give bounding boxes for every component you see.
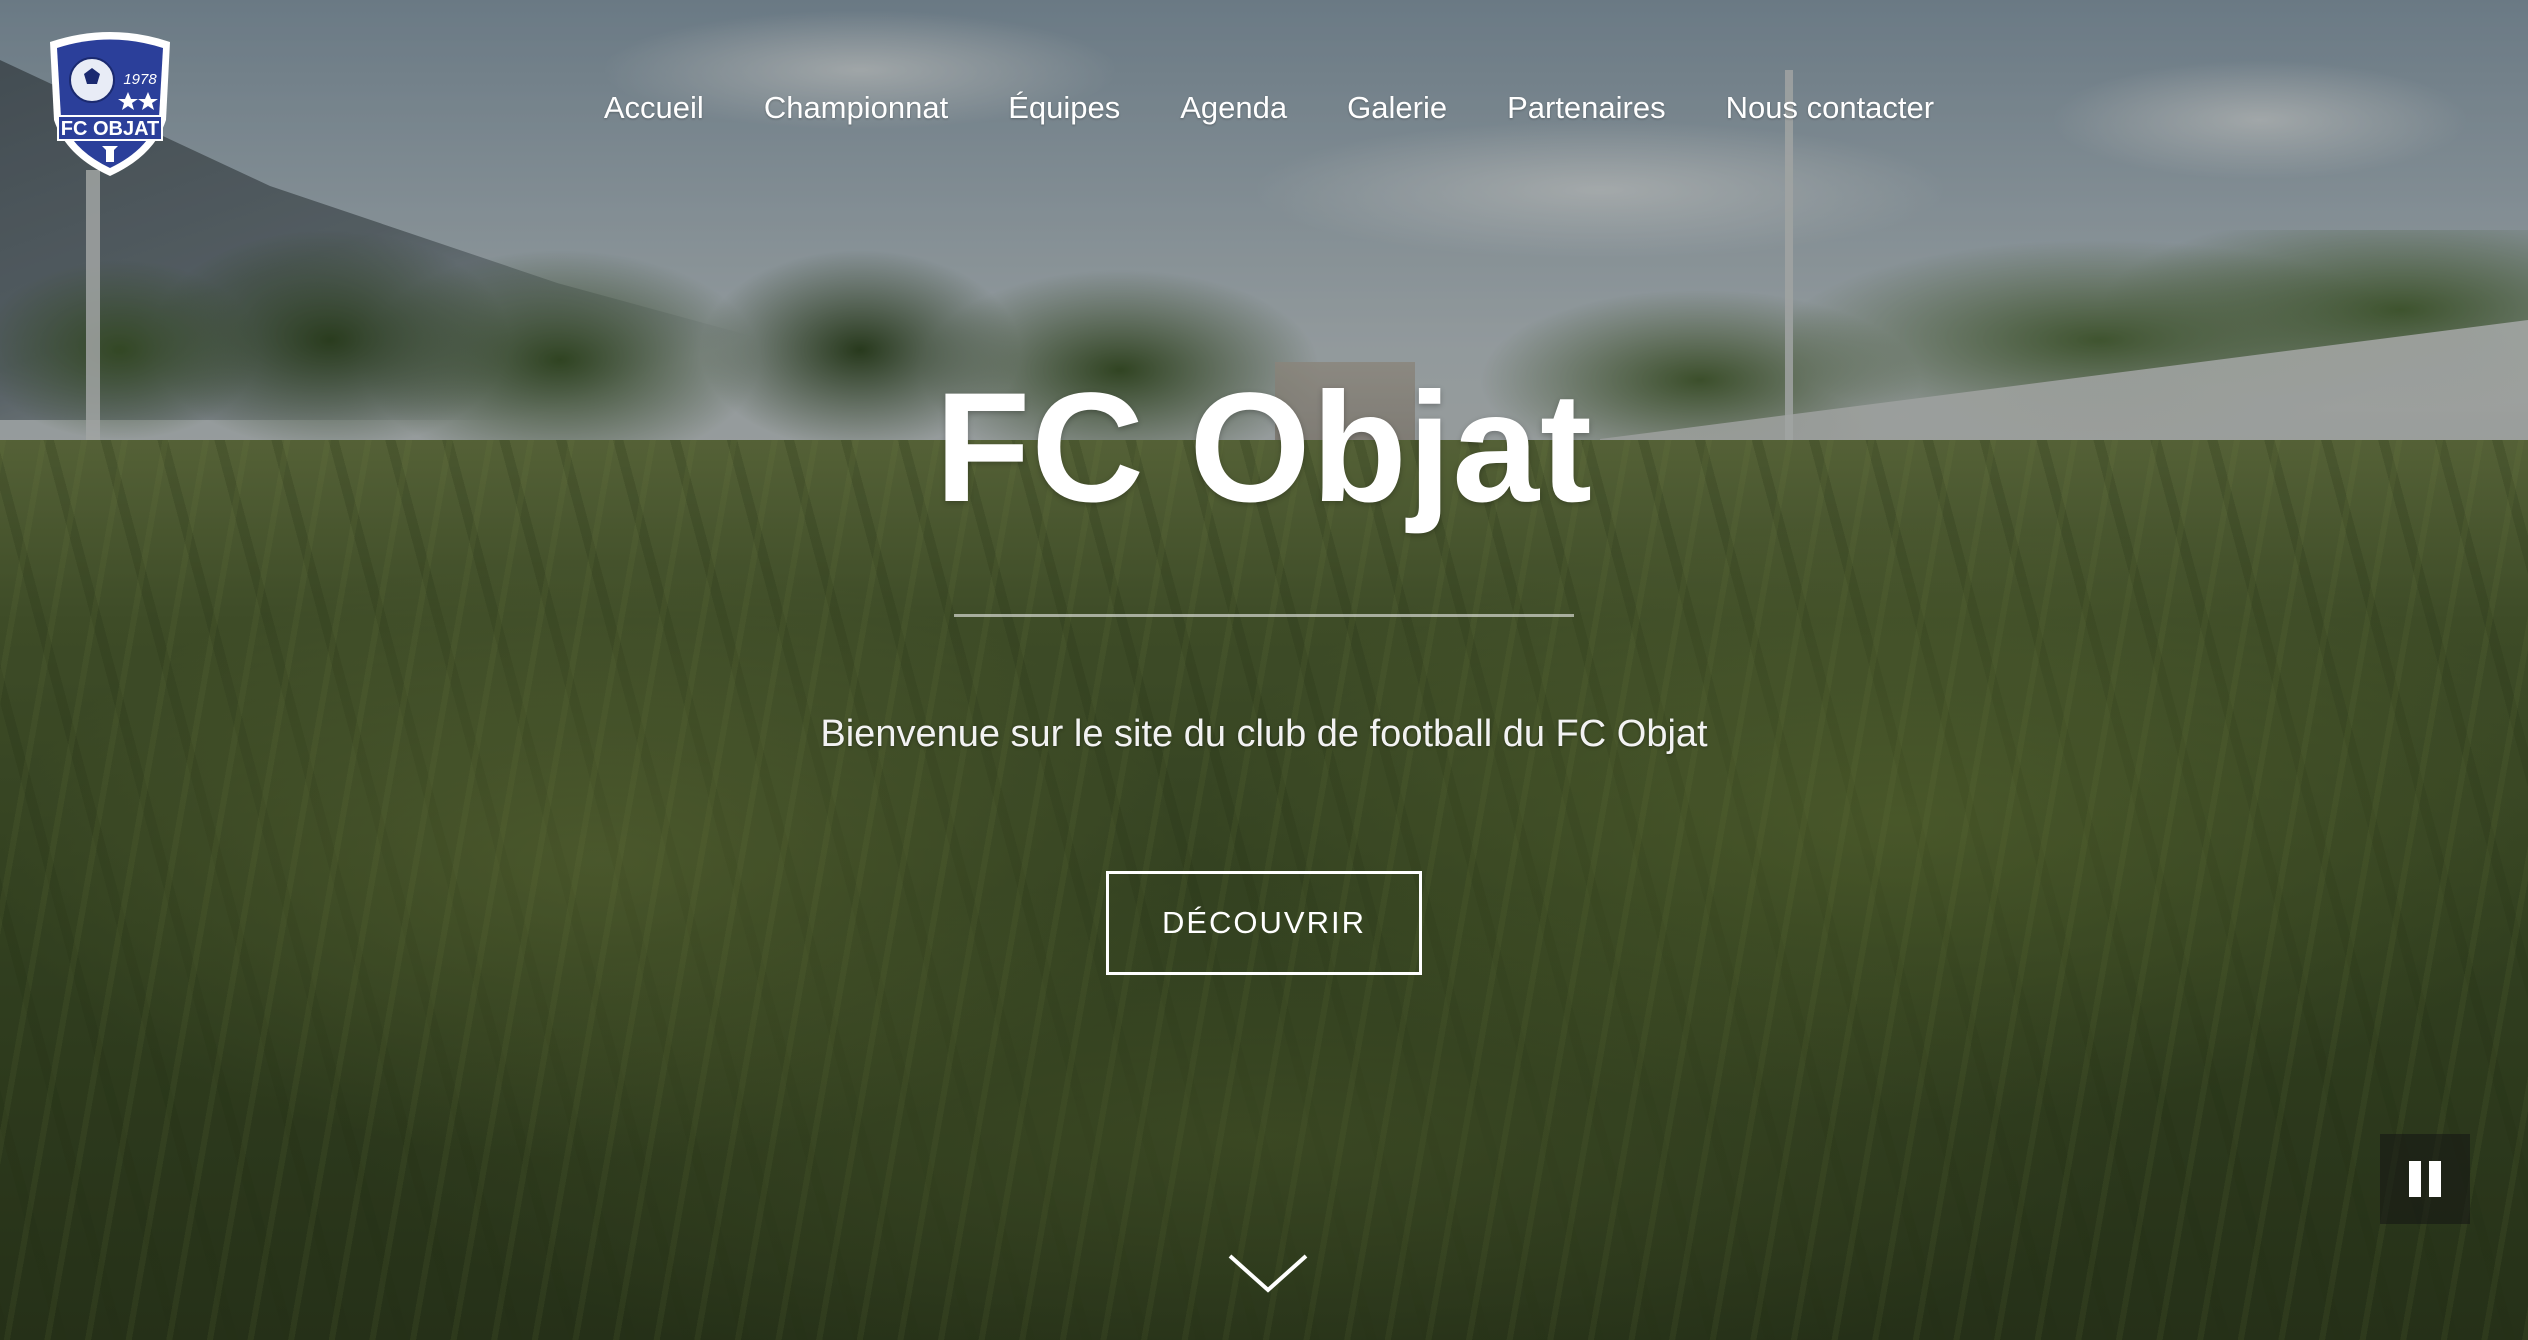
hero-title: FC Objat [935,361,1593,535]
nav-item-nous-contacter[interactable]: Nous contacter [1726,90,1935,126]
hero-divider [954,614,1574,617]
pause-video-button[interactable] [2380,1134,2470,1224]
svg-text:1978: 1978 [123,71,157,88]
chevron-down-icon [1228,1254,1308,1293]
hero-subtitle: Bienvenue sur le site du club de footbal… [820,713,1708,755]
nav-item-championnat[interactable]: Championnat [764,90,948,126]
scroll-down-button[interactable] [1226,1252,1310,1296]
main-navigation: Accueil Championnat Équipes Agenda Galer… [0,90,2528,126]
nav-item-equipes[interactable]: Équipes [1008,90,1120,126]
pause-icon [2429,1161,2441,1197]
hero-section: 1978 FC OBJAT Accueil Championnat Équipe… [0,0,2528,1340]
nav-item-galerie[interactable]: Galerie [1347,90,1447,126]
background-overlay [0,0,2528,1340]
nav-item-agenda[interactable]: Agenda [1180,90,1287,126]
nav-item-accueil[interactable]: Accueil [604,90,704,126]
pause-icon [2409,1161,2421,1197]
discover-button[interactable]: DÉCOUVRIR [1106,871,1422,975]
nav-item-partenaires[interactable]: Partenaires [1507,90,1666,126]
nav-list: Accueil Championnat Équipes Agenda Galer… [604,90,1934,126]
